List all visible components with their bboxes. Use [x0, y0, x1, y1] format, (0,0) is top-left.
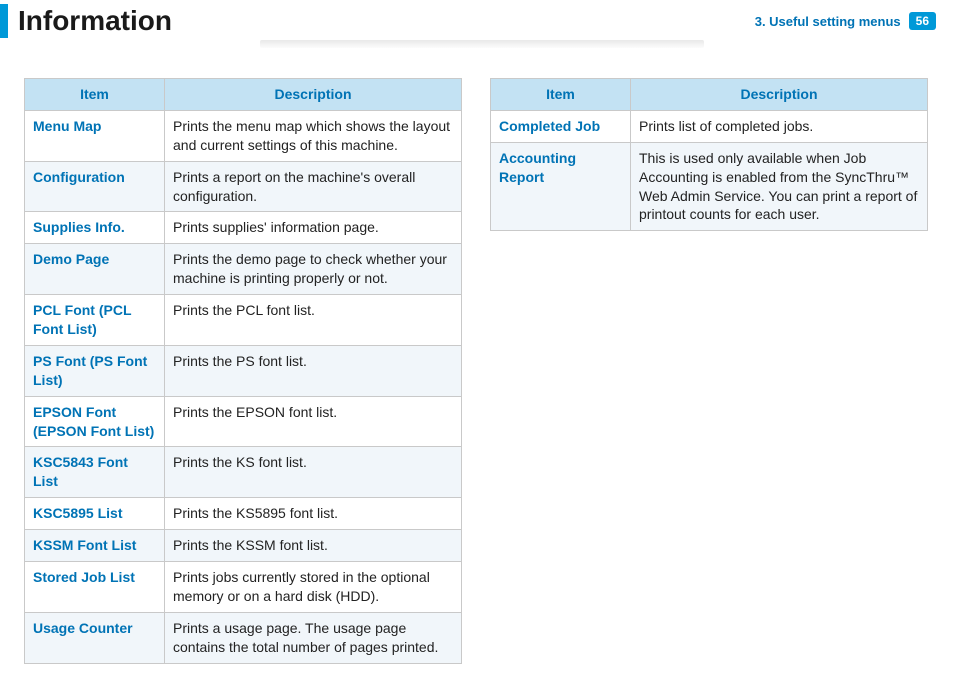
info-table-left: Item Description Menu MapPrints the menu… [24, 78, 462, 664]
title-accent-bar [0, 4, 8, 38]
table-row: ConfigurationPrints a report on the mach… [25, 161, 462, 212]
description-cell: Prints the KS5895 font list. [165, 498, 462, 530]
table-row: Menu MapPrints the menu map which shows … [25, 110, 462, 161]
col-header-description: Description [631, 79, 928, 111]
description-cell: Prints the PS font list. [165, 345, 462, 396]
item-cell: Demo Page [25, 244, 165, 295]
description-cell: Prints the demo page to check whether yo… [165, 244, 462, 295]
table-row: Usage CounterPrints a usage page. The us… [25, 612, 462, 663]
item-cell: Accounting Report [491, 142, 631, 231]
table-row: Completed JobPrints list of completed jo… [491, 110, 928, 142]
page-number-badge: 56 [909, 12, 936, 30]
item-cell: Supplies Info. [25, 212, 165, 244]
page-header: Information 3. Useful setting menus 56 [0, 0, 954, 38]
description-cell: Prints the EPSON font list. [165, 396, 462, 447]
description-cell: Prints a report on the machine's overall… [165, 161, 462, 212]
description-cell: Prints a usage page. The usage page cont… [165, 612, 462, 663]
description-cell: This is used only available when Job Acc… [631, 142, 928, 231]
description-cell: Prints the PCL font list. [165, 295, 462, 346]
breadcrumb-section[interactable]: 3. Useful setting menus [755, 14, 901, 29]
col-header-item: Item [25, 79, 165, 111]
description-cell: Prints supplies' information page. [165, 212, 462, 244]
item-cell: EPSON Font (EPSON Font List) [25, 396, 165, 447]
content-columns: Item Description Menu MapPrints the menu… [0, 48, 954, 664]
table-row: EPSON Font (EPSON Font List)Prints the E… [25, 396, 462, 447]
table-row: KSSM Font ListPrints the KSSM font list. [25, 530, 462, 562]
table-row: Demo PagePrints the demo page to check w… [25, 244, 462, 295]
item-cell: KSSM Font List [25, 530, 165, 562]
col-header-description: Description [165, 79, 462, 111]
info-table-right: Item Description Completed JobPrints lis… [490, 78, 928, 231]
table-row: PS Font (PS Font List)Prints the PS font… [25, 345, 462, 396]
table-row: PCL Font (PCL Font List)Prints the PCL f… [25, 295, 462, 346]
item-cell: Completed Job [491, 110, 631, 142]
table-row: KSC5843 Font ListPrints the KS font list… [25, 447, 462, 498]
table-row: Supplies Info.Prints supplies' informati… [25, 212, 462, 244]
description-cell: Prints the KS font list. [165, 447, 462, 498]
item-cell: Menu Map [25, 110, 165, 161]
table-row: Stored Job ListPrints jobs currently sto… [25, 562, 462, 613]
item-cell: KSC5895 List [25, 498, 165, 530]
item-cell: Configuration [25, 161, 165, 212]
item-cell: PS Font (PS Font List) [25, 345, 165, 396]
description-cell: Prints list of completed jobs. [631, 110, 928, 142]
item-cell: KSC5843 Font List [25, 447, 165, 498]
description-cell: Prints jobs currently stored in the opti… [165, 562, 462, 613]
description-cell: Prints the KSSM font list. [165, 530, 462, 562]
table-row: KSC5895 ListPrints the KS5895 font list. [25, 498, 462, 530]
page-title: Information [18, 5, 172, 37]
description-cell: Prints the menu map which shows the layo… [165, 110, 462, 161]
table-row: Accounting ReportThis is used only avail… [491, 142, 928, 231]
item-cell: PCL Font (PCL Font List) [25, 295, 165, 346]
breadcrumb: 3. Useful setting menus 56 [755, 12, 936, 30]
col-header-item: Item [491, 79, 631, 111]
header-shadow-shelf [260, 40, 704, 48]
item-cell: Stored Job List [25, 562, 165, 613]
item-cell: Usage Counter [25, 612, 165, 663]
title-wrap: Information [0, 4, 172, 38]
